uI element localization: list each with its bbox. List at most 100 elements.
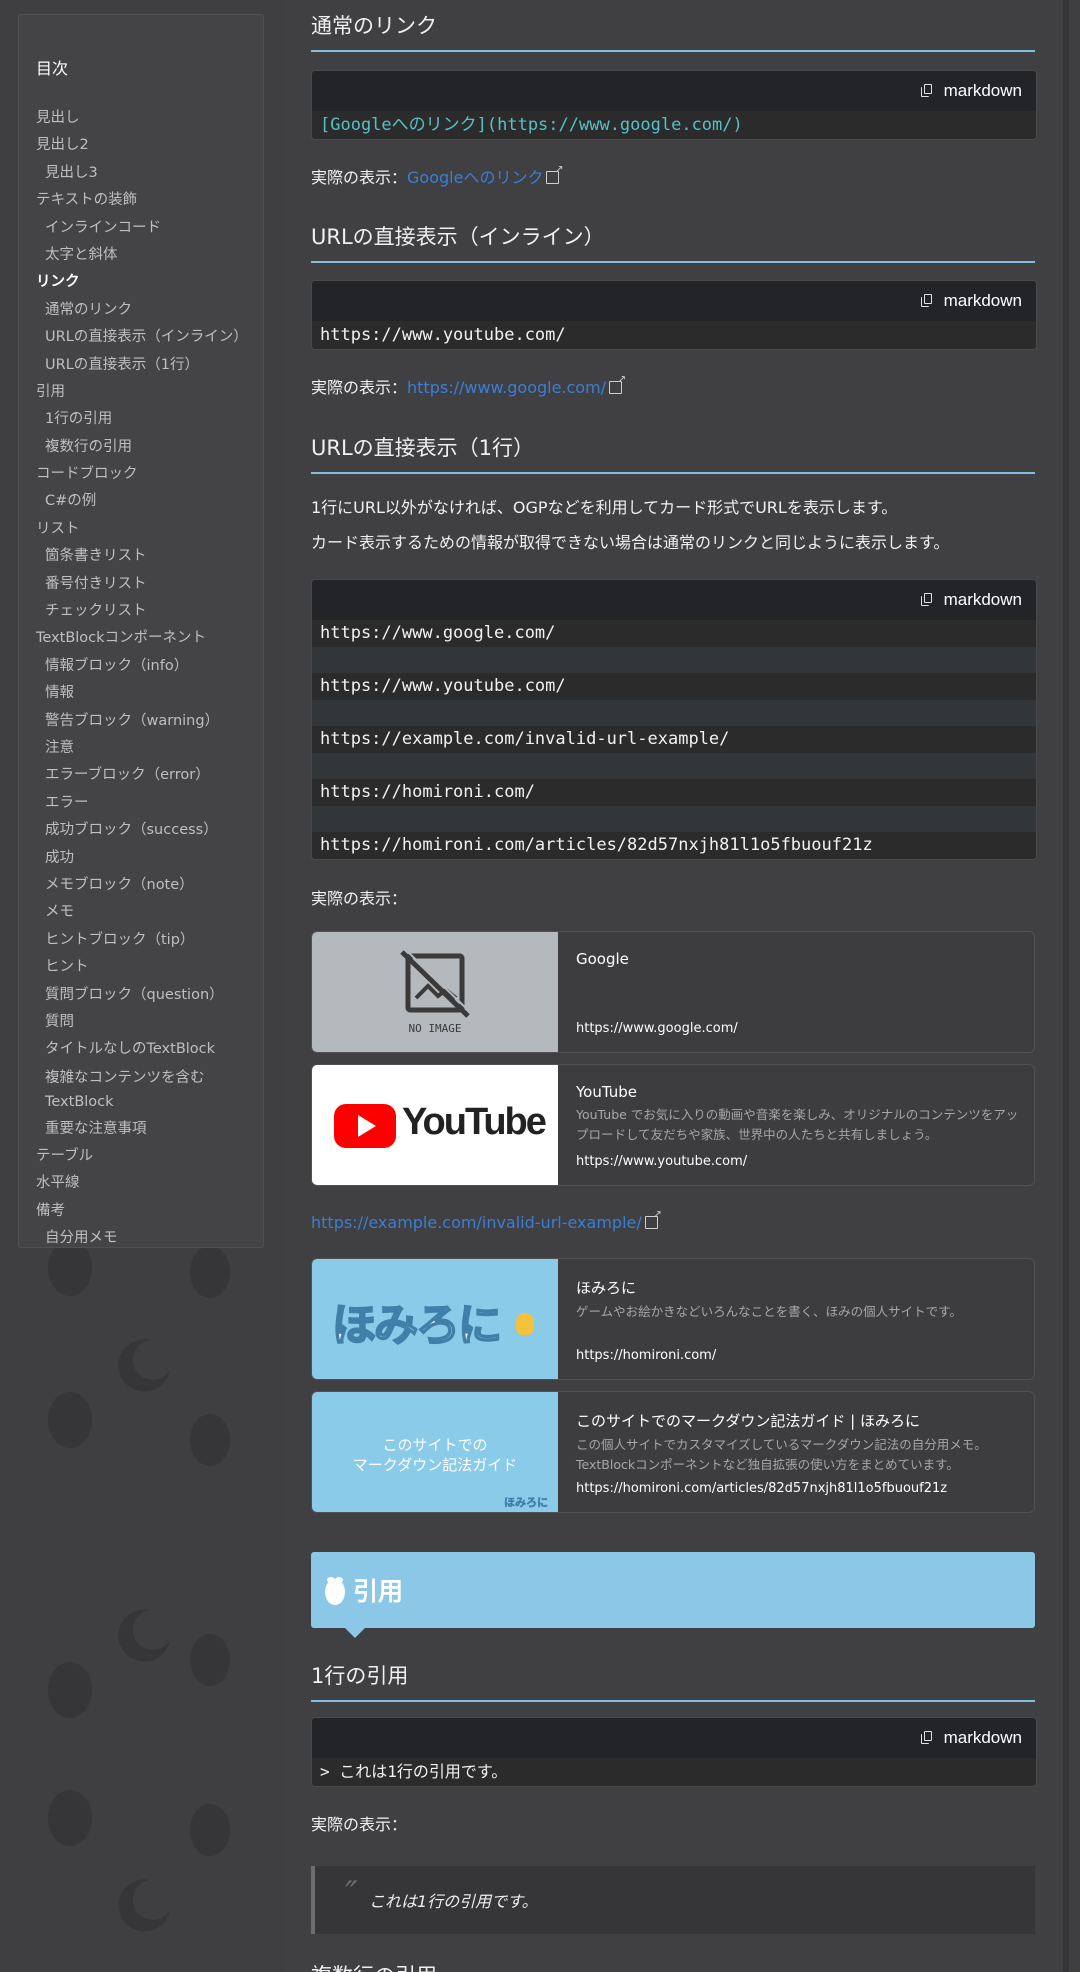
toc-item[interactable]: メモ (36, 899, 263, 926)
code-line: https://www.google.com/ (320, 623, 556, 643)
external-link-icon (609, 374, 626, 394)
toc-item[interactable]: TextBlockコンポーネント (36, 625, 263, 652)
invalid-url-link[interactable]: https://example.com/invalid-url-example/ (311, 1213, 642, 1232)
toc-item[interactable]: 備考 (36, 1198, 263, 1225)
google-link[interactable]: Googleへのリンク (407, 168, 543, 187)
code-block: markdown https://www.youtube.com/ (311, 280, 1037, 350)
homironi-thumbnail: ほみろに (312, 1259, 558, 1379)
code-blank-line (312, 806, 1036, 832)
card-title: Google (576, 950, 629, 968)
external-link-icon (644, 1209, 662, 1229)
toc-item[interactable]: リンク (36, 269, 263, 296)
toc-item[interactable]: ヒント (36, 954, 263, 981)
card-description: ゲームやお絵かきなどいろんなことを書く、ほみの個人サイトです。 (576, 1304, 962, 1319)
toc-item[interactable]: コードブロック (36, 461, 263, 488)
paragraph: 1行にURL以外がなければ、OGPなどを利用してカード形式でURLを表示します。 (311, 498, 898, 517)
heading-oneline-url: URLの直接表示（1行） (311, 432, 1035, 474)
toc-item[interactable]: 番号付きリスト (36, 571, 263, 598)
heading-multiline-quote: 複数行の引用 (311, 1962, 1035, 1972)
link-card-homironi[interactable]: ほみろに ほみろに ゲームやお絵かきなどいろんなことを書く、ほみの個人サイトです… (311, 1258, 1035, 1380)
toc-item[interactable]: 見出し (36, 105, 263, 132)
toc-item[interactable]: 1行の引用 (36, 406, 263, 433)
code-line: https://homironi.com/ (320, 782, 535, 802)
code-line: > これは1行の引用です。 (320, 1762, 508, 1781)
quote-mark-icon: ″ (345, 1874, 358, 1914)
toc-item[interactable]: ヒントブロック（tip） (36, 927, 263, 954)
toc-item[interactable]: 質問ブロック（question） (36, 982, 263, 1009)
toc-item[interactable]: C#の例 (36, 488, 263, 515)
copy-code-button[interactable]: markdown (312, 281, 1036, 321)
code-line: https://www.youtube.com/ (320, 325, 566, 345)
heading-inline-url: URLの直接表示（インライン） (311, 221, 1035, 263)
toc-item[interactable]: 成功 (36, 845, 263, 872)
code-block: markdown https://www.google.com/https://… (311, 579, 1037, 860)
toc-item[interactable]: URLの直接表示（1行） (36, 352, 263, 379)
card-title: YouTube (576, 1083, 637, 1101)
toc-item[interactable]: 質問 (36, 1009, 263, 1036)
toc-title: 目次 (36, 59, 69, 78)
toc-item[interactable]: 情報 (36, 680, 263, 707)
toc-item[interactable]: 成功ブロック（success） (36, 817, 263, 844)
code-block: markdown > これは1行の引用です。 (311, 1717, 1037, 1787)
toc-item[interactable]: 水平線 (36, 1170, 263, 1197)
link-card-google[interactable]: NO IMAGE Google https://www.google.com/ (311, 931, 1035, 1053)
code-blank-line (312, 753, 1036, 779)
toc-item[interactable]: 箇条書きリスト (36, 543, 263, 570)
shown-label: 実際の表示： (311, 889, 408, 908)
band-tail (345, 1628, 365, 1638)
code-block: markdown [Googleへのリンク](https://www.googl… (311, 70, 1037, 140)
external-link-icon (546, 164, 563, 184)
no-image-thumbnail: NO IMAGE (312, 932, 558, 1052)
toc-item[interactable]: 情報ブロック（info） (36, 653, 263, 680)
guide-thumbnail: このサイトでの マークダウン記法ガイド ほみろに (312, 1392, 558, 1512)
toc-item[interactable]: 重要な注意事項 (36, 1116, 263, 1143)
toc-item[interactable]: 警告ブロック（warning） (36, 708, 263, 735)
copy-icon (920, 84, 934, 98)
toc-item[interactable]: 注意 (36, 735, 263, 762)
toc-item[interactable]: 太字と斜体 (36, 242, 263, 269)
toc-item[interactable]: チェックリスト (36, 598, 263, 625)
card-title: ほみろに (576, 1279, 637, 1297)
toc-item[interactable]: 複雑なコンテンツを含むTextBlock (36, 1064, 255, 1116)
thumb-line: マークダウン記法ガイド (352, 1456, 518, 1474)
google-url-link[interactable]: https://www.google.com/ (407, 378, 606, 397)
toc-item[interactable]: 自分用メモ (36, 1225, 263, 1252)
code-blank-line (312, 700, 1036, 726)
code-blank-line (312, 647, 1036, 673)
toc-item[interactable]: 通常のリンク (36, 297, 263, 324)
toc-item[interactable]: エラーブロック（error） (36, 762, 263, 789)
code-lines: https://www.google.com/https://www.youtu… (312, 620, 1036, 859)
link-card-youtube[interactable]: YouTube YouTube YouTube でお気に入りの動画や音楽を楽しみ… (311, 1064, 1035, 1186)
section-band-quote: 引用 (311, 1552, 1035, 1638)
code-lang-label: markdown (943, 81, 1022, 100)
toc-item[interactable]: エラー (36, 790, 263, 817)
thumb-mark: ほみろに (504, 1496, 549, 1510)
copy-code-button[interactable]: markdown (312, 71, 1036, 111)
toc-item[interactable]: タイトルなしのTextBlock (36, 1036, 263, 1063)
copy-icon (920, 593, 934, 607)
copy-code-button[interactable]: markdown (312, 580, 1036, 620)
card-url: https://www.youtube.com/ (576, 1154, 748, 1169)
toc-item[interactable]: 複数行の引用 (36, 434, 263, 461)
thumb-line: このサイトでの (382, 1436, 488, 1454)
toc-item[interactable]: 見出し2 (36, 132, 263, 159)
homironi-logo-text: ほみろに (331, 1299, 503, 1352)
toc-item[interactable]: テキストの装飾 (36, 187, 263, 214)
card-url: https://homironi.com/articles/82d57nxjh8… (576, 1481, 948, 1496)
toc-item[interactable]: URLの直接表示（インライン） (36, 324, 263, 351)
link-card-markdown-guide[interactable]: このサイトでの マークダウン記法ガイド ほみろに このサイトでのマークダウン記法… (311, 1391, 1035, 1513)
toc-item[interactable]: 見出し3 (36, 160, 263, 187)
blockquote: ″ これは1行の引用です。 (311, 1866, 1035, 1934)
toc-item[interactable]: メモブロック（note） (36, 872, 263, 899)
toc-item[interactable]: 引用 (36, 379, 263, 406)
copy-code-button[interactable]: markdown (312, 1718, 1036, 1758)
youtube-thumbnail: YouTube (312, 1065, 558, 1185)
toc-item[interactable]: リスト (36, 516, 263, 543)
toc-item[interactable]: インラインコード (36, 215, 263, 242)
heading-normal-link: 通常のリンク (311, 10, 1035, 52)
table-of-contents: 目次 見出し 見出し2 見出し3 テキストの装飾 インラインコード 太字と斜体 リンク 通常の… (18, 14, 264, 1248)
copy-icon (920, 1731, 934, 1745)
toc-item[interactable]: テーブル (36, 1143, 263, 1170)
shown-label: 実際の表示： (311, 168, 408, 187)
code-lang-label: markdown (943, 1728, 1022, 1747)
